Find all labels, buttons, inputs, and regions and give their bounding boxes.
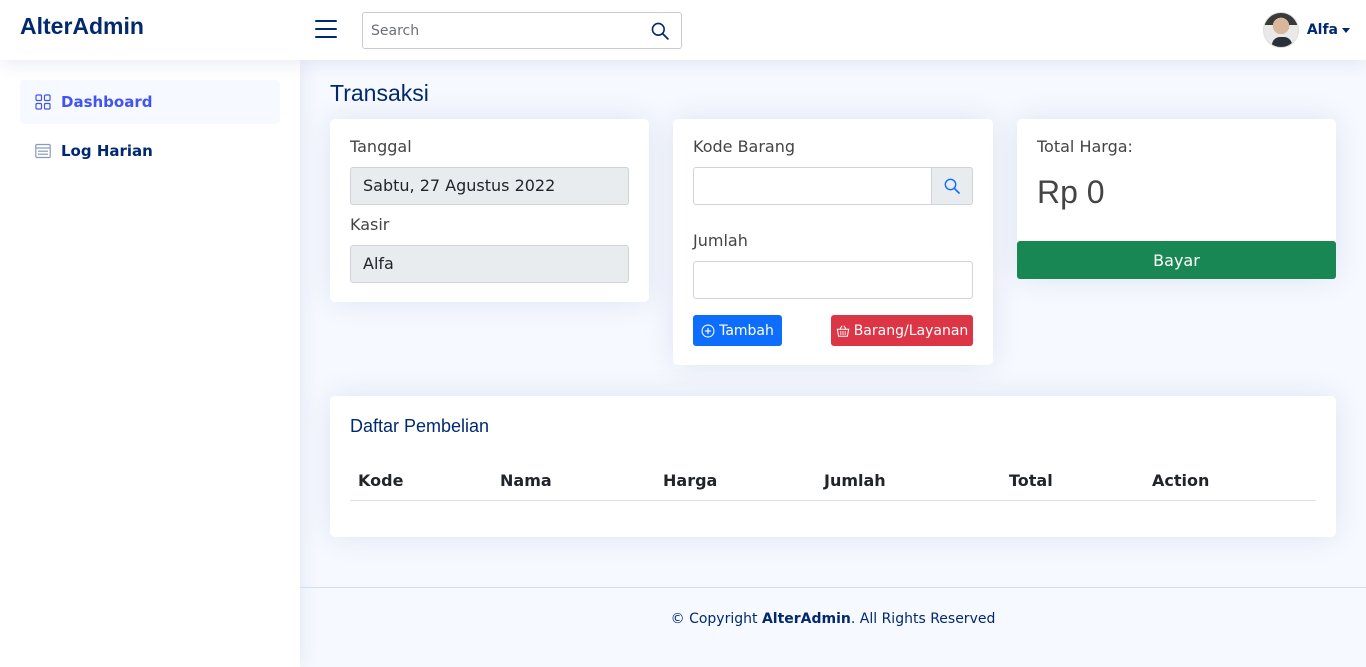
- search-icon[interactable]: [944, 178, 960, 194]
- sidebar-toggle-icon[interactable]: [315, 20, 337, 40]
- quantity-label: Jumlah: [693, 231, 748, 250]
- cashier-field[interactable]: Alfa: [350, 245, 629, 283]
- basket-icon: [836, 324, 850, 337]
- column-header-action: Action: [1152, 471, 1210, 490]
- column-header-jumlah: Jumlah: [824, 471, 886, 490]
- copyright-brand: AlterAdmin: [761, 611, 851, 627]
- sidebar: Dashboard Log Harian: [0, 60, 300, 667]
- item-code-input[interactable]: [693, 167, 932, 205]
- add-button-label: Tambah: [719, 322, 774, 339]
- chevron-down-icon[interactable]: [1342, 27, 1350, 33]
- quantity-input[interactable]: [693, 261, 973, 299]
- item-entry-card: Kode Barang Jumlah Tambah Barang/Layanan: [673, 119, 993, 365]
- copyright-text: © Copyright AlterAdmin. All Rights Reser…: [300, 611, 1366, 627]
- items-services-button[interactable]: Barang/Layanan: [831, 315, 973, 346]
- total-price-label: Total Harga:: [1037, 137, 1133, 156]
- profile-dropdown[interactable]: Alfa: [1262, 12, 1350, 48]
- add-button[interactable]: Tambah: [693, 315, 782, 346]
- item-search-button[interactable]: [931, 167, 973, 205]
- sidebar-item-label: Dashboard: [61, 93, 153, 111]
- page-title: Transaksi: [330, 80, 429, 106]
- date-label: Tanggal: [350, 137, 412, 156]
- purchase-list-card: Daftar Pembelian Kode Nama Harga Jumlah …: [330, 396, 1336, 537]
- layout-text-window-icon: [35, 143, 51, 159]
- sidebar-item-log-harian[interactable]: Log Harian: [20, 129, 280, 173]
- search-icon[interactable]: [651, 22, 669, 40]
- profile-name[interactable]: Alfa: [1307, 22, 1338, 38]
- sidebar-item-dashboard[interactable]: Dashboard: [20, 80, 280, 124]
- plus-circle-icon: [701, 324, 715, 337]
- transaction-info-card: Tanggal Sabtu, 27 Agustus 2022 Kasir Alf…: [330, 119, 649, 302]
- copyright-prefix: © Copyright: [670, 611, 762, 627]
- top-header: AlterAdmin Alfa: [0, 0, 1366, 60]
- sidebar-item-label: Log Harian: [61, 142, 153, 160]
- grid-icon: [35, 94, 51, 110]
- app-logo[interactable]: AlterAdmin: [20, 13, 144, 40]
- footer: © Copyright AlterAdmin. All Rights Reser…: [300, 587, 1366, 667]
- total-price-card: Total Harga: Rp 0 Bayar: [1017, 119, 1336, 279]
- search-input[interactable]: [363, 13, 643, 48]
- items-services-button-label: Barang/Layanan: [853, 322, 969, 339]
- column-header-harga: Harga: [663, 471, 718, 490]
- search-bar: [362, 12, 682, 49]
- copyright-suffix: . All Rights Reserved: [850, 611, 996, 627]
- column-header-total: Total: [1009, 471, 1053, 490]
- item-code-label: Kode Barang: [693, 137, 796, 156]
- purchase-list-title: Daftar Pembelian: [350, 416, 490, 436]
- cashier-label: Kasir: [350, 215, 390, 234]
- column-header-kode: Kode: [358, 471, 404, 490]
- purchase-table-header: Kode Nama Harga Jumlah Total Action: [350, 466, 1316, 501]
- avatar[interactable]: [1262, 12, 1299, 48]
- pay-button[interactable]: Bayar: [1017, 241, 1336, 279]
- total-price-value: Rp 0: [1037, 174, 1105, 210]
- column-header-nama: Nama: [500, 471, 552, 490]
- date-field[interactable]: Sabtu, 27 Agustus 2022: [350, 167, 629, 205]
